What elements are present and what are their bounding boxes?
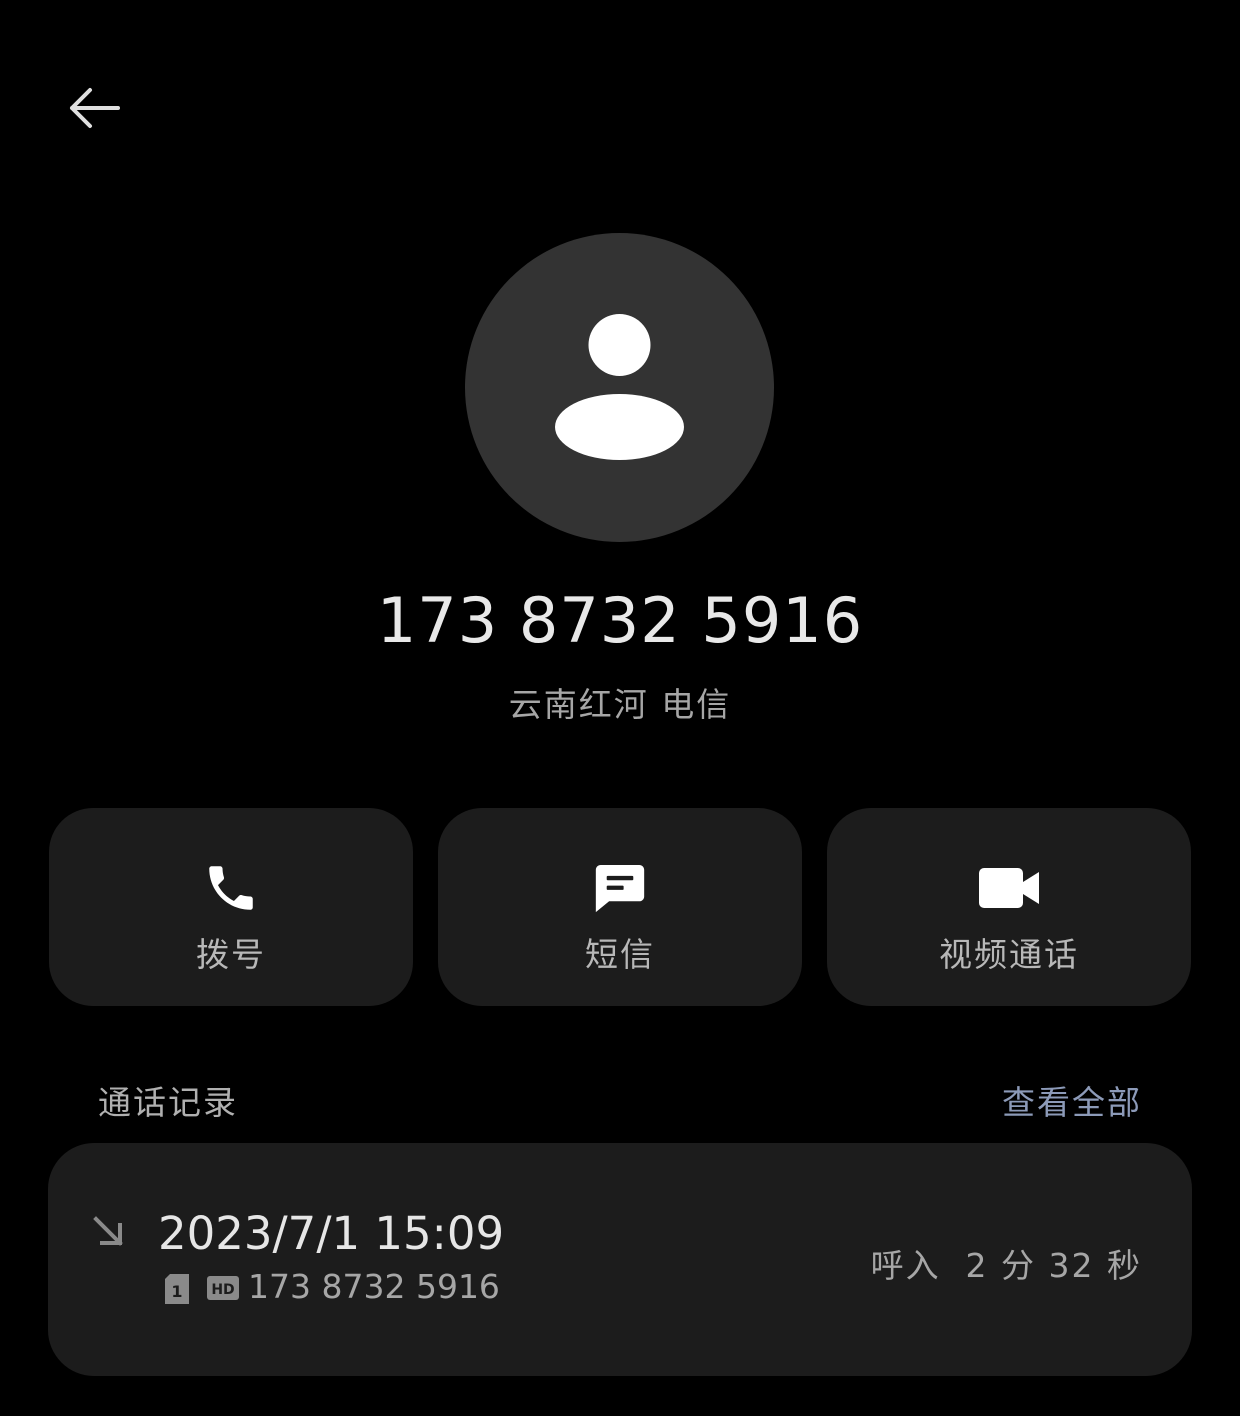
video-call-button[interactable]: 视频通话	[827, 808, 1191, 1006]
dial-button[interactable]: 拨号	[49, 808, 413, 1006]
view-all-link[interactable]: 查看全部	[1002, 1076, 1142, 1124]
video-camera-icon	[979, 868, 1039, 908]
person-icon	[555, 314, 684, 460]
contact-avatar	[465, 233, 774, 542]
back-button[interactable]	[58, 72, 130, 144]
incoming-call-arrow-icon	[93, 1216, 123, 1246]
contact-location: 云南红河 电信	[508, 685, 732, 724]
sim-card-icon: 1	[165, 1274, 189, 1304]
message-icon	[595, 865, 645, 913]
svg-text:HD: HD	[211, 1282, 234, 1298]
hd-badge-icon: HD	[207, 1276, 239, 1300]
call-summary: 呼入 2 分 32 秒	[870, 1246, 1142, 1285]
call-number: 173 8732 5916	[248, 1267, 500, 1306]
call-log-title: 通话记录	[98, 1083, 238, 1122]
arrow-left-icon	[70, 88, 120, 128]
sms-button-label: 短信	[585, 935, 655, 974]
video-call-button-label: 视频通话	[939, 935, 1079, 974]
svg-text:1: 1	[171, 1282, 182, 1301]
phone-icon	[209, 866, 253, 910]
sms-button[interactable]: 短信	[438, 808, 802, 1006]
call-log-entry[interactable]: 2023/7/1 15:09 1 HD 173 8732 5916 呼入 2 分…	[48, 1143, 1192, 1376]
dial-button-label: 拨号	[196, 935, 266, 974]
call-datetime: 2023/7/1 15:09	[158, 1207, 505, 1260]
contact-phone-number: 173 8732 5916	[376, 584, 864, 657]
